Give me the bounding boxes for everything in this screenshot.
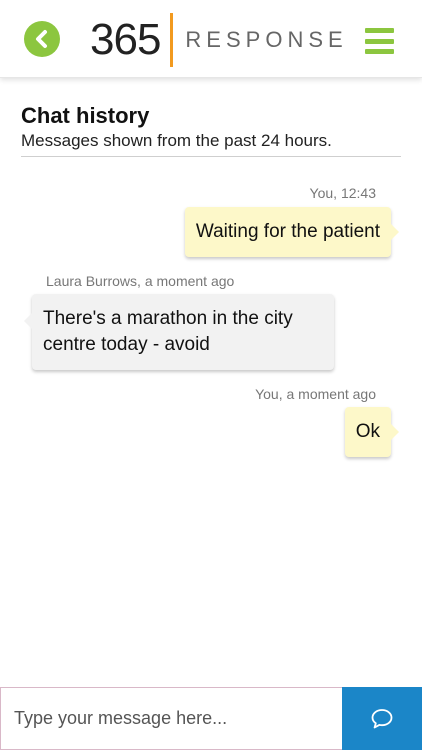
message-meta: Laura Burrows, a moment ago bbox=[46, 273, 235, 289]
message-composer bbox=[0, 687, 422, 750]
chevron-left-icon bbox=[36, 30, 47, 48]
message-meta: You, a moment ago bbox=[255, 386, 376, 402]
hamburger-menu-icon-bar bbox=[365, 28, 394, 33]
message-bubble-outgoing: Ok bbox=[344, 407, 400, 457]
logo-divider bbox=[170, 13, 174, 67]
message-meta: You, 12:43 bbox=[309, 185, 376, 201]
brand-logo: 365 RESPONSE bbox=[90, 12, 348, 68]
heading-divider bbox=[21, 156, 401, 157]
chat-heading: Chat history Messages shown from the pas… bbox=[21, 103, 401, 152]
hamburger-menu-icon-bar bbox=[365, 38, 394, 44]
message-input[interactable] bbox=[0, 687, 342, 750]
app-header: 365 RESPONSE bbox=[0, 0, 422, 78]
send-button[interactable] bbox=[342, 687, 422, 750]
logo-word: RESPONSE bbox=[185, 27, 348, 52]
page-title: Chat history bbox=[21, 103, 150, 128]
page-subtitle: Messages shown from the past 24 hours. bbox=[21, 131, 332, 150]
chat-bubble-icon bbox=[371, 708, 393, 728]
back-button[interactable] bbox=[24, 21, 60, 57]
logo-number: 365 bbox=[90, 15, 161, 64]
message-bubble-incoming: There's a marathon in the city centre to… bbox=[24, 294, 334, 370]
menu-button[interactable] bbox=[365, 28, 394, 54]
hamburger-menu-icon-bar bbox=[365, 49, 394, 54]
message-bubble-outgoing: Waiting for the patient bbox=[184, 207, 400, 257]
